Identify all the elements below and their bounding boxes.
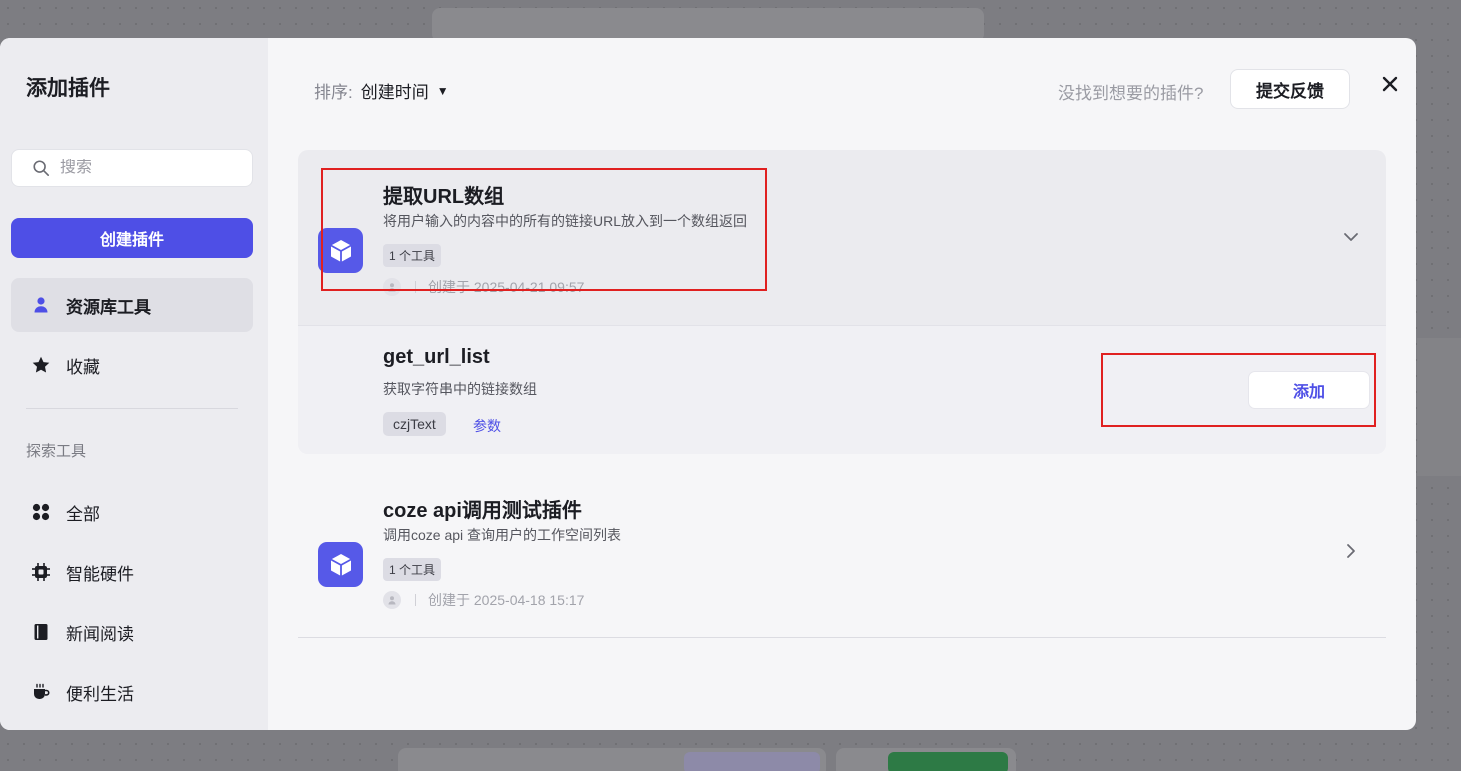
add-plugin-dialog: 添加插件 创建插件 资源库工具 收藏 探索工具 全部 [0,38,1416,730]
plugin-card[interactable]: coze api调用测试插件 调用coze api 查询用户的工作空间列表 1 … [298,468,1386,638]
sort-value[interactable]: 创建时间 [361,78,429,103]
tool-count-badge: 1 个工具 [383,558,442,581]
plugin-meta: 创建于 2025-04-21 09:57 [383,277,584,297]
nav-item-library-tools[interactable]: 资源库工具 [11,278,253,332]
meta-separator [415,281,416,293]
star-icon [31,355,51,375]
chevron-down-icon[interactable] [1342,228,1360,246]
plugin-card: 提取URL数组 将用户输入的内容中的所有的链接URL放入到一个数组返回 1 个工… [298,150,1386,454]
tool-description: 获取字符串中的链接数组 [383,381,537,397]
dialog-title: 添加插件 [26,77,110,100]
create-plugin-button[interactable]: 创建插件 [11,218,253,258]
category-label: 全部 [66,504,100,524]
tool-count-badge: 1 个工具 [383,244,442,267]
nav-item-favorites[interactable]: 收藏 [11,338,253,392]
background-panel [1417,338,1461,476]
tool-row: get_url_list 获取字符串中的链接数组 czjText 参数 添加 [298,325,1386,454]
explore-tools-label: 探索工具 [26,443,87,460]
category-convenient-life[interactable]: 便利生活 [11,665,253,719]
book-icon [31,622,51,642]
tool-params-link[interactable]: 参数 [473,416,501,436]
sort-label: 排序: [314,83,353,102]
category-news-reading[interactable]: 新闻阅读 [11,605,253,659]
plugin-meta: 创建于 2025-04-18 15:17 [383,590,584,610]
caret-down-icon: ▼ [436,83,449,98]
background-run-button [888,752,1008,771]
search-icon [33,160,50,177]
sidebar-divider [26,408,238,409]
nav-item-label: 资源库工具 [66,297,151,317]
feedback-question: 没找到想要的插件? [1058,84,1204,103]
nav-item-label: 收藏 [66,357,100,377]
created-time: 创建于 2025-04-21 09:57 [428,279,585,295]
add-tool-button[interactable]: 添加 [1248,371,1370,409]
sort-control[interactable]: 排序: 创建时间 ▼ [314,78,449,103]
category-label: 智能硬件 [66,564,134,584]
category-smart-hardware[interactable]: 智能硬件 [11,545,253,599]
dialog-sidebar: 添加插件 创建插件 资源库工具 收藏 探索工具 全部 [0,38,268,730]
grid-icon [31,502,51,522]
category-label: 便利生活 [66,684,134,704]
category-all[interactable]: 全部 [11,485,253,539]
close-icon[interactable] [1378,72,1402,96]
background-topbar [432,8,984,42]
plugin-cube-icon [318,228,363,273]
plugin-title: 提取URL数组 [383,186,505,208]
avatar [383,278,401,296]
avatar [383,591,401,609]
cup-icon [31,682,51,702]
tool-tag: czjText [383,412,446,436]
meta-separator [415,594,416,606]
plugin-cube-icon [318,542,363,587]
tool-name: get_url_list [383,346,490,368]
chip-icon [31,562,51,582]
plugin-card-header[interactable]: 提取URL数组 将用户输入的内容中的所有的链接URL放入到一个数组返回 1 个工… [298,150,1386,325]
dialog-main: 排序: 创建时间 ▼ 没找到想要的插件? 提交反馈 提取URL数组 将用户输入的… [268,38,1416,730]
chevron-right-icon[interactable] [1342,542,1360,560]
plugin-description: 将用户输入的内容中的所有的链接URL放入到一个数组返回 [383,213,748,229]
search-box[interactable] [11,149,253,187]
plugin-title: coze api调用测试插件 [383,500,582,522]
submit-feedback-button[interactable]: 提交反馈 [1230,69,1350,109]
category-label: 新闻阅读 [66,624,134,644]
user-icon [31,295,51,315]
created-time: 创建于 2025-04-18 15:17 [428,592,585,608]
background-add-node-button [684,752,820,771]
search-input[interactable] [60,159,240,177]
plugin-description: 调用coze api 查询用户的工作空间列表 [383,527,622,543]
